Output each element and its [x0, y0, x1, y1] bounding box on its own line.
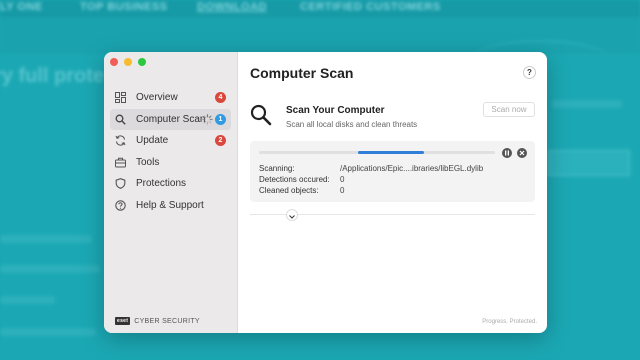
loading-spinner-icon: [202, 113, 213, 125]
update-icon: [114, 134, 127, 147]
sidebar-item-overview[interactable]: Overview 4: [110, 87, 231, 108]
bg-nav-item: CERTIFIED CUSTOMERS: [300, 1, 441, 13]
scan-subtitle: Scan all local disks and clean threats: [286, 120, 418, 129]
notification-badge: 4: [215, 92, 226, 103]
sidebar-item-update[interactable]: Update 2: [110, 130, 231, 151]
notification-badge: 2: [215, 135, 226, 146]
sidebar-item-help-support[interactable]: Help & Support: [110, 195, 231, 216]
row-value: /Applications/Epic....ibraries/libEGL.dy…: [340, 164, 484, 173]
sidebar-item-label: Help & Support: [136, 199, 204, 211]
bg-button: [548, 150, 630, 176]
bg-nav-item: LY ONE: [0, 1, 43, 13]
scanning-row: Scanning: /Applications/Epic....ibraries…: [259, 164, 483, 173]
row-label: Cleaned objects:: [259, 186, 319, 195]
brand: eset CYBER SECURITY: [115, 317, 200, 325]
bg-nav-item: TOP BUSINESS: [80, 1, 168, 13]
row-value: 0: [340, 175, 345, 184]
expand-button[interactable]: [286, 209, 298, 221]
sidebar-item-label: Tools: [136, 156, 160, 168]
bg-hero-title: ry full prote: [0, 65, 105, 87]
sidebar-item-computer-scan[interactable]: Computer Scan 1: [110, 108, 231, 130]
sidebar-item-protections[interactable]: Protections: [110, 173, 231, 194]
footer-tagline: Progress. Protected.: [482, 319, 537, 325]
close-window-button[interactable]: [110, 58, 118, 66]
shield-icon: [114, 177, 127, 190]
row-label: Scanning:: [259, 164, 295, 173]
pause-scan-button[interactable]: [502, 148, 512, 158]
app-window: Overview 4 Computer Scan 1 Update 2 Tool…: [104, 52, 547, 333]
sidebar-item-label: Protections: [136, 178, 187, 189]
sidebar-item-label: Update: [136, 135, 169, 146]
sidebar-item-tools[interactable]: Tools: [110, 152, 231, 173]
sidebar-item-label: Overview: [136, 92, 178, 103]
progress-bar: [259, 151, 495, 154]
minimize-window-button[interactable]: [124, 58, 132, 66]
magnifier-icon: [250, 104, 272, 131]
chevron-down-icon: [289, 206, 295, 224]
scan-heading: Scan Your Computer: [286, 105, 385, 116]
search-icon: [114, 113, 127, 126]
eset-logo: eset: [115, 317, 131, 325]
stop-scan-button[interactable]: [517, 148, 527, 158]
zoom-window-button[interactable]: [138, 58, 146, 66]
overview-icon: [114, 91, 127, 104]
notification-badge: 1: [215, 113, 226, 125]
scan-now-button[interactable]: Scan now: [483, 102, 535, 117]
bg-nav-item: DOWNLOAD: [197, 1, 267, 13]
background-nav: LY ONE TOP BUSINESS DOWNLOAD CERTIFIED C…: [0, 0, 640, 18]
row-value: 0: [340, 186, 345, 195]
progress-bar-fill: [358, 151, 424, 154]
scan-progress-panel: Scanning: /Applications/Epic....ibraries…: [250, 141, 535, 202]
help-button[interactable]: ?: [523, 66, 536, 79]
detections-row: Detections occured: 0: [259, 175, 344, 184]
page-title: Computer Scan: [250, 65, 354, 81]
tools-icon: [114, 156, 127, 169]
row-label: Detections occured:: [259, 175, 330, 184]
window-controls: [110, 58, 146, 66]
sidebar-item-label: Computer Scan: [136, 113, 206, 125]
main-content: Computer Scan ? Scan Your Computer Scan …: [238, 52, 547, 333]
brand-text: CYBER SECURITY: [134, 317, 200, 325]
help-icon: [114, 199, 127, 212]
cleaned-row: Cleaned objects: 0: [259, 186, 344, 195]
sidebar-nav: Overview 4 Computer Scan 1 Update 2 Tool…: [110, 87, 231, 216]
sidebar: Overview 4 Computer Scan 1 Update 2 Tool…: [104, 52, 238, 333]
